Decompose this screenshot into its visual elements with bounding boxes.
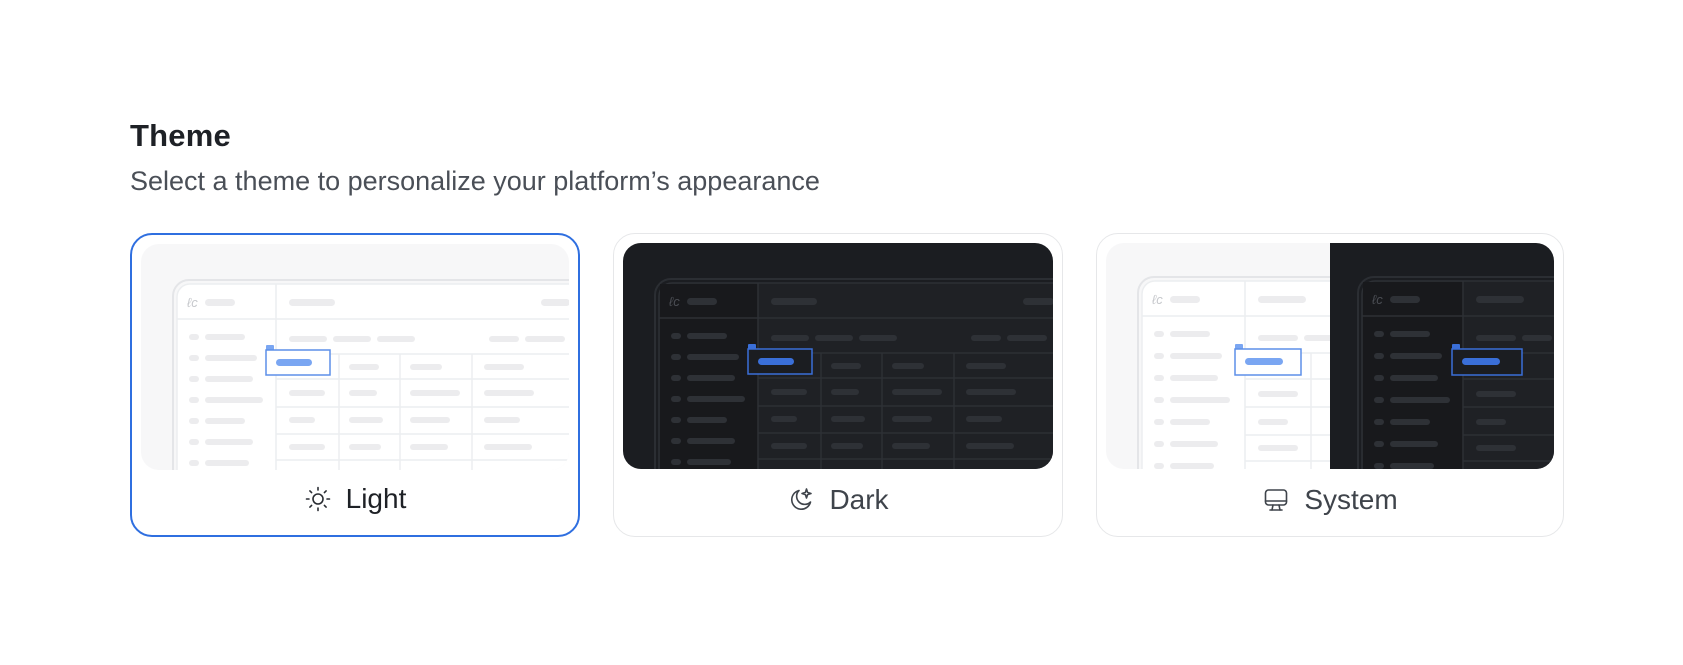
svg-text:ℓc: ℓc — [669, 294, 680, 309]
moon-stars-icon — [787, 486, 815, 514]
theme-label-system: System — [1304, 484, 1398, 515]
theme-label-dark: Dark — [829, 484, 889, 515]
svg-text:ℓc: ℓc — [1152, 292, 1163, 307]
system-theme-preview: ℓc ℓc — [1106, 243, 1554, 469]
svg-text:ℓc: ℓc — [1372, 292, 1383, 307]
sun-icon — [304, 485, 332, 513]
theme-options: ℓc Light ℓc Dark ℓc ℓc System — [130, 233, 1564, 537]
theme-section-header: Theme Select a theme to personalize your… — [130, 118, 820, 197]
theme-card-system[interactable]: ℓc ℓc System — [1096, 233, 1564, 537]
section-subtitle: Select a theme to personalize your platf… — [130, 166, 820, 196]
theme-card-light[interactable]: ℓc Light — [130, 233, 580, 537]
theme-card-dark[interactable]: ℓc Dark — [613, 233, 1063, 537]
section-title: Theme — [130, 118, 231, 153]
monitor-icon — [1262, 486, 1290, 514]
svg-text:ℓc: ℓc — [187, 295, 198, 310]
theme-label-light: Light — [345, 483, 407, 514]
dark-theme-preview: ℓc — [623, 243, 1053, 469]
light-theme-preview: ℓc — [141, 244, 569, 470]
